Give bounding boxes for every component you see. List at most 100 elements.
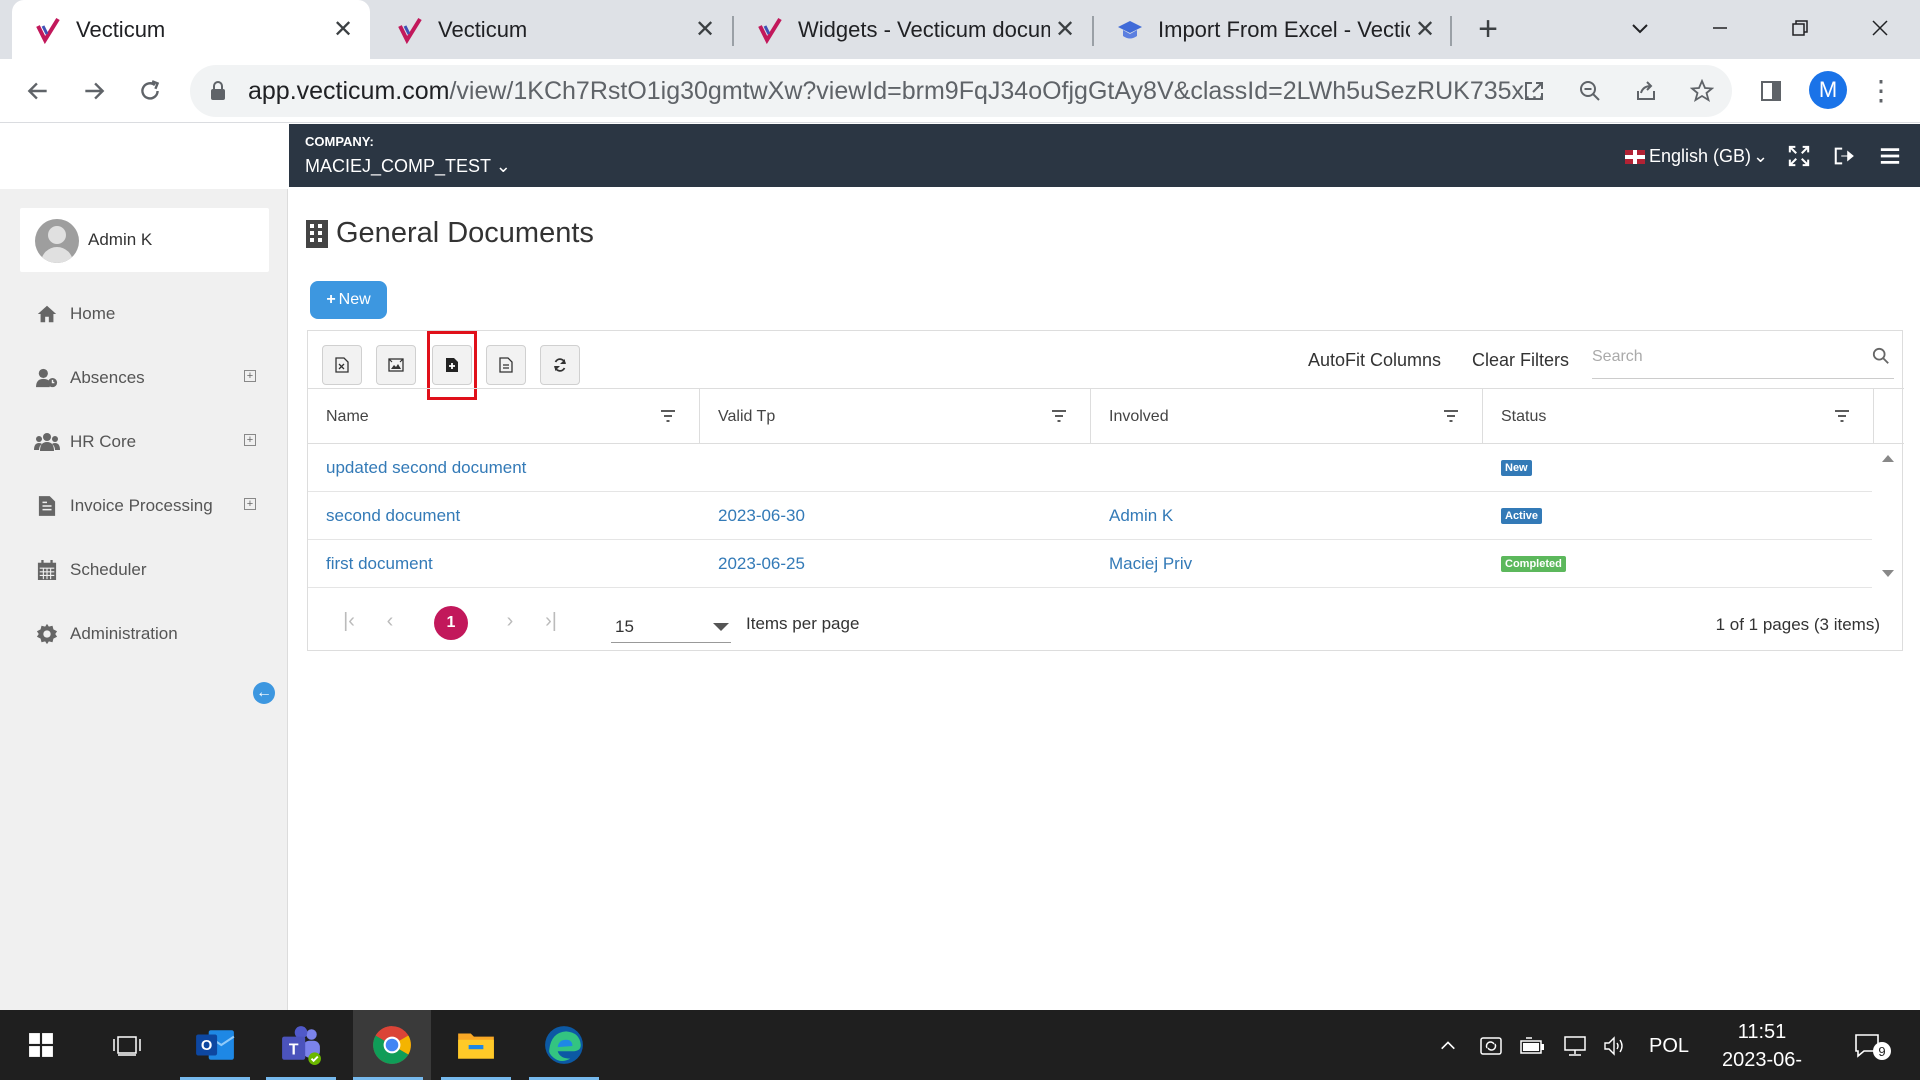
page-size-select[interactable]: 15 bbox=[611, 605, 731, 643]
column-header-name[interactable]: Name bbox=[308, 389, 700, 444]
browser-tab[interactable]: Widgets - Vecticum docum ✕ bbox=[734, 0, 1092, 59]
sidebar-item-scheduler[interactable]: Scheduler bbox=[0, 550, 288, 590]
restore-icon[interactable] bbox=[1780, 8, 1820, 48]
close-tab-icon[interactable]: ✕ bbox=[1050, 15, 1080, 45]
chrome-menu-icon[interactable]: ⋮ bbox=[1866, 71, 1896, 111]
windows-start-icon[interactable] bbox=[6, 1010, 76, 1080]
logout-icon[interactable] bbox=[1830, 142, 1858, 170]
users-icon bbox=[34, 429, 60, 455]
lock-icon[interactable] bbox=[210, 80, 226, 102]
filter-icon[interactable] bbox=[1052, 410, 1066, 422]
cell-involved[interactable]: Admin K bbox=[1109, 506, 1173, 526]
documents-grid: AutoFit Columns Clear Filters Name Valid… bbox=[307, 330, 1904, 651]
export-excel-button[interactable] bbox=[322, 345, 362, 385]
close-window-icon[interactable] bbox=[1860, 8, 1900, 48]
new-tab-button[interactable]: + bbox=[1470, 12, 1506, 48]
search-input[interactable] bbox=[1592, 339, 1862, 375]
profile-avatar[interactable]: M bbox=[1809, 71, 1847, 109]
export-pdf-button[interactable] bbox=[486, 345, 526, 385]
teams-icon[interactable]: T bbox=[266, 1010, 336, 1080]
user-card[interactable]: Admin K bbox=[20, 208, 269, 272]
language-selector[interactable]: English (GB) ⌄ bbox=[1625, 146, 1768, 167]
expand-plus-icon[interactable]: + bbox=[244, 498, 256, 510]
filter-icon[interactable] bbox=[1835, 410, 1849, 422]
browser-tab[interactable]: Import From Excel - Vecticu ✕ bbox=[1094, 0, 1452, 59]
clear-filters-button[interactable]: Clear Filters bbox=[1472, 350, 1569, 371]
battery-icon[interactable] bbox=[1518, 1032, 1548, 1060]
close-tab-icon[interactable]: ✕ bbox=[328, 15, 358, 45]
expand-plus-icon[interactable]: + bbox=[244, 370, 256, 382]
search-icon[interactable] bbox=[1872, 347, 1890, 365]
forward-arrow-icon[interactable] bbox=[74, 71, 114, 111]
table-scrollbar[interactable] bbox=[1874, 444, 1902, 587]
collapse-sidebar-arrow-icon[interactable]: ← bbox=[253, 682, 275, 704]
sidebar-item-hr-core[interactable]: HR Core + bbox=[0, 422, 288, 462]
minimize-icon[interactable] bbox=[1700, 8, 1740, 48]
user-clock-icon bbox=[34, 365, 60, 391]
close-tab-icon[interactable]: ✕ bbox=[1410, 15, 1440, 45]
first-page-icon[interactable]: |‹ bbox=[337, 609, 361, 633]
column-header-involved[interactable]: Involved bbox=[1091, 389, 1483, 444]
network-icon[interactable] bbox=[1560, 1032, 1590, 1060]
sidebar-item-absences[interactable]: Absences + bbox=[0, 358, 288, 398]
sidebar-item-invoice-processing[interactable]: Invoice Processing + bbox=[0, 486, 288, 526]
column-header-status[interactable]: Status bbox=[1483, 389, 1874, 444]
refresh-button[interactable] bbox=[540, 345, 580, 385]
fullscreen-icon[interactable] bbox=[1785, 142, 1813, 170]
page-title-text: General Documents bbox=[336, 217, 594, 249]
cell-name[interactable]: first document bbox=[326, 554, 433, 574]
filter-icon[interactable] bbox=[1444, 410, 1458, 422]
current-page-button[interactable]: 1 bbox=[434, 606, 468, 640]
reload-icon[interactable] bbox=[130, 71, 170, 111]
cell-involved[interactable]: Maciej Priv bbox=[1109, 554, 1192, 574]
file-explorer-icon[interactable] bbox=[441, 1010, 511, 1080]
prev-page-icon[interactable]: ‹ bbox=[378, 609, 402, 633]
cell-name[interactable]: second document bbox=[326, 506, 460, 526]
show-hidden-icons-chevron-icon[interactable] bbox=[1434, 1032, 1462, 1060]
table-row[interactable]: first document 2023-06-25 Maciej Priv Co… bbox=[308, 540, 1872, 588]
sidebar-item-administration[interactable]: Administration bbox=[0, 614, 288, 654]
company-selector[interactable]: MACIEJ_COMP_TEST ⌄ bbox=[305, 156, 511, 177]
outlook-icon[interactable]: O bbox=[180, 1010, 250, 1080]
side-panel-icon[interactable] bbox=[1751, 71, 1791, 111]
items-per-page-label: Items per page bbox=[746, 614, 860, 633]
browser-tab[interactable]: Vecticum ✕ bbox=[374, 0, 732, 59]
open-external-icon[interactable] bbox=[1518, 75, 1550, 107]
autofit-columns-button[interactable]: AutoFit Columns bbox=[1308, 350, 1441, 371]
scroll-down-icon[interactable] bbox=[1882, 570, 1894, 577]
expand-plus-icon[interactable]: + bbox=[244, 434, 256, 446]
export-image-button[interactable] bbox=[376, 345, 416, 385]
zoom-out-icon[interactable] bbox=[1574, 75, 1606, 107]
task-view-icon[interactable] bbox=[92, 1010, 162, 1080]
url-text[interactable]: app.vecticum.com/view/1KCh7RstO1ig30gmtw… bbox=[248, 77, 1688, 106]
edge-icon[interactable] bbox=[529, 1010, 599, 1080]
sidebar-logo-area bbox=[0, 124, 288, 189]
column-header-valid-tp[interactable]: Valid Tp bbox=[700, 389, 1091, 444]
table-row[interactable]: second document 2023-06-30 Admin K Activ… bbox=[308, 492, 1872, 540]
hamburger-menu-icon[interactable] bbox=[1876, 142, 1904, 170]
new-button[interactable]: + New bbox=[310, 281, 387, 319]
sync-icon[interactable] bbox=[1476, 1032, 1506, 1060]
tab-title: Import From Excel - Vecticu bbox=[1158, 16, 1410, 42]
filter-icon[interactable] bbox=[661, 410, 675, 422]
last-page-icon[interactable]: ›| bbox=[539, 609, 563, 633]
sidebar-item-home[interactable]: Home bbox=[0, 294, 288, 334]
browser-tab[interactable]: Vecticum ✕ bbox=[12, 0, 370, 59]
address-bar[interactable]: app.vecticum.com/view/1KCh7RstO1ig30gmtw… bbox=[190, 65, 1732, 117]
notification-center-icon[interactable]: 9 bbox=[1852, 1032, 1892, 1060]
share-icon[interactable] bbox=[1630, 75, 1662, 107]
pager: |‹ ‹ 1 › ›| 15 Items per page 1 of 1 pag… bbox=[308, 591, 1904, 651]
cell-name[interactable]: updated second document bbox=[326, 458, 526, 478]
scroll-up-icon[interactable] bbox=[1882, 455, 1894, 462]
volume-icon[interactable] bbox=[1600, 1032, 1630, 1060]
close-tab-icon[interactable]: ✕ bbox=[690, 15, 720, 45]
tab-search-chevron-icon[interactable] bbox=[1620, 8, 1660, 48]
input-language-indicator[interactable]: POL bbox=[1644, 1032, 1694, 1060]
back-arrow-icon[interactable] bbox=[18, 71, 58, 111]
table-row[interactable]: updated second document New bbox=[308, 444, 1872, 492]
chrome-icon[interactable] bbox=[353, 1010, 431, 1080]
bookmark-star-icon[interactable] bbox=[1686, 75, 1718, 107]
next-page-icon[interactable]: › bbox=[498, 609, 522, 633]
sidebar-item-label: Scheduler bbox=[70, 560, 147, 579]
system-clock[interactable]: 11:51 2023-06-26 bbox=[1712, 1018, 1812, 1080]
